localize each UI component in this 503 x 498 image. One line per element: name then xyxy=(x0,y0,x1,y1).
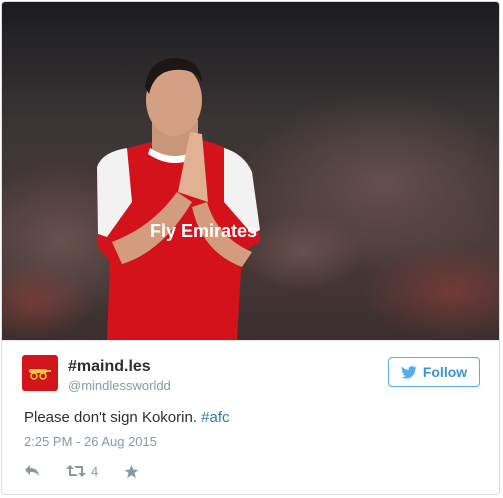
reply-icon xyxy=(25,465,39,476)
tweet-photo[interactable]: Fly Emirates xyxy=(2,2,499,340)
twitter-bird-icon xyxy=(401,365,417,379)
reply-button[interactable] xyxy=(24,464,66,478)
star-icon xyxy=(124,464,139,478)
retweet-icon xyxy=(66,465,86,477)
hashtag-link[interactable]: #afc xyxy=(201,409,229,426)
tweet-card: Fly Emirates #maind.les @mindlessworldd … xyxy=(1,1,500,495)
retweet-button[interactable]: 4 xyxy=(66,464,124,479)
avatar[interactable] xyxy=(22,355,58,391)
tweet-text-body: Please don't sign Kokorin. xyxy=(24,409,202,426)
display-name[interactable]: #maind.les xyxy=(68,358,151,376)
follow-label: Follow xyxy=(422,364,468,380)
tweet-text: Please don't sign Kokorin. #afc xyxy=(24,409,230,426)
tweet-actions: 4 xyxy=(24,461,139,481)
arsenal-cannon-icon xyxy=(29,369,51,380)
player-praying-image: Fly Emirates xyxy=(2,2,499,340)
follow-button[interactable]: Follow xyxy=(388,357,480,387)
user-handle[interactable]: @mindlessworldd xyxy=(68,378,171,393)
tweet-timestamp[interactable]: 2:25 PM - 26 Aug 2015 xyxy=(24,434,157,449)
retweet-count: 4 xyxy=(91,463,99,479)
favorite-button[interactable] xyxy=(124,464,139,479)
shirt-sponsor-logo: Fly Emirates xyxy=(150,221,257,241)
tweet-body: #maind.les @mindlessworldd Follow Please… xyxy=(2,340,499,494)
